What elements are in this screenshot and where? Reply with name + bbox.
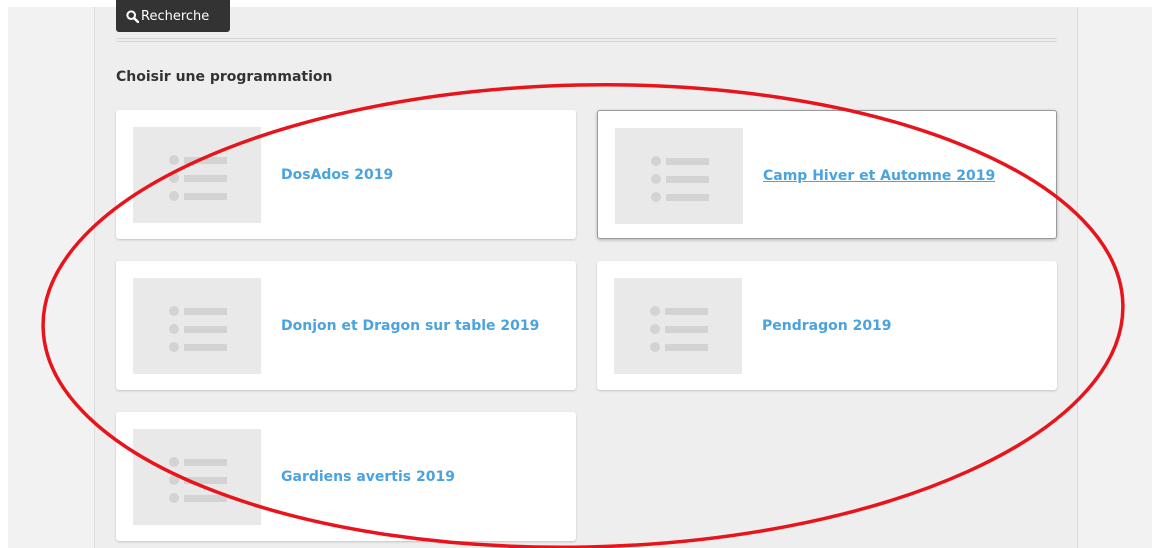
program-link[interactable]: Camp Hiver et Automne 2019 [763,111,995,240]
program-card[interactable]: Camp Hiver et Automne 2019 [597,110,1057,239]
list-placeholder-icon [614,278,742,374]
page: Recherche Choisir une programmation DosA… [0,0,1152,548]
program-link[interactable]: Donjon et Dragon sur table 2019 [281,261,539,390]
program-link[interactable]: Gardiens avertis 2019 [281,412,455,541]
search-button-label: Recherche [141,8,210,24]
divider [116,41,1057,42]
program-card[interactable]: Donjon et Dragon sur table 2019 [116,261,576,390]
program-link[interactable]: Pendragon 2019 [762,261,892,390]
list-placeholder-icon [133,278,261,374]
program-card[interactable]: DosAdos 2019 [116,110,576,239]
section-title: Choisir une programmation [116,69,333,85]
list-placeholder-icon [133,429,261,525]
divider [116,38,1057,39]
program-card[interactable]: Gardiens avertis 2019 [116,412,576,541]
left-gutter [0,7,8,548]
list-placeholder-icon [133,127,261,223]
program-link[interactable]: DosAdos 2019 [281,110,393,239]
search-button[interactable]: Recherche [116,0,230,32]
search-icon [126,9,140,23]
list-placeholder-icon [615,128,743,224]
program-card[interactable]: Pendragon 2019 [597,261,1057,390]
